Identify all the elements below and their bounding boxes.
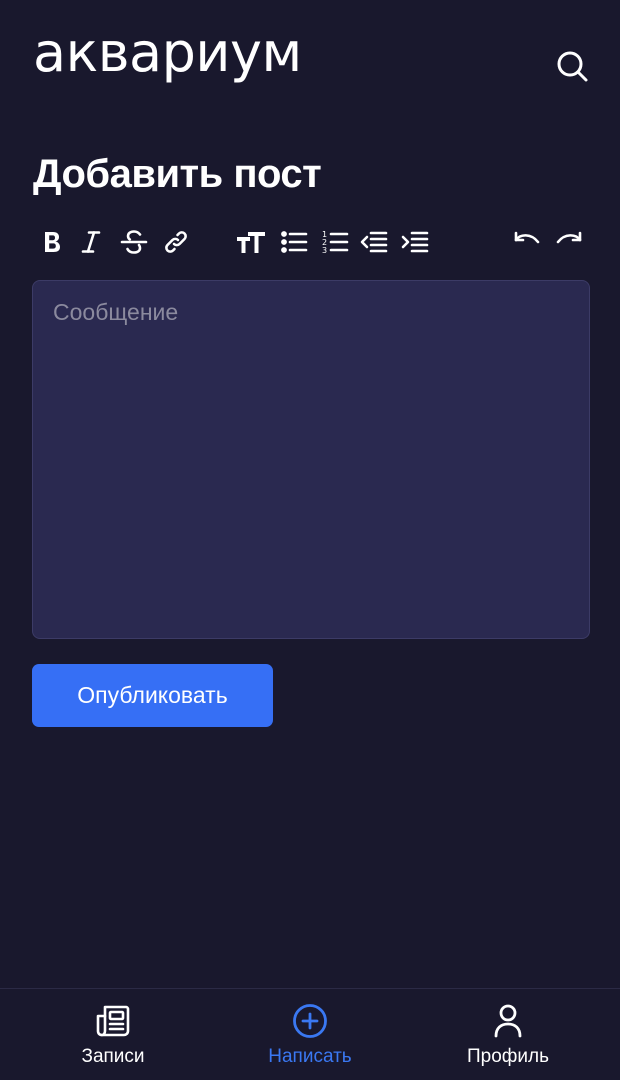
outdent-button[interactable]	[355, 222, 393, 262]
app-logo[interactable]: аквариум	[33, 26, 302, 80]
italic-button[interactable]	[72, 222, 110, 262]
svg-text:3: 3	[322, 246, 327, 255]
indent-icon	[401, 231, 429, 253]
message-editor	[32, 280, 590, 639]
numbered-list-icon: 1 2 3	[322, 230, 349, 255]
publish-button[interactable]: Опубликовать	[32, 664, 273, 727]
newspaper-icon	[96, 1005, 130, 1037]
nav-item-posts[interactable]: Записи	[38, 989, 188, 1080]
editor-toolbar: 1 2 3	[0, 222, 620, 262]
search-button[interactable]	[552, 46, 592, 86]
plus-circle-icon	[293, 1004, 327, 1038]
bold-button[interactable]	[33, 222, 71, 262]
text-size-icon	[237, 232, 265, 253]
nav-item-profile[interactable]: Профиль	[433, 989, 583, 1080]
bottom-navigation: Записи Написать Профиль	[0, 988, 620, 1080]
link-button[interactable]	[157, 222, 195, 262]
bullet-list-icon	[281, 231, 308, 253]
search-icon	[557, 51, 588, 82]
message-input[interactable]	[53, 299, 569, 620]
bold-icon	[45, 232, 60, 252]
add-post-screen: аквариум Добавить пост 1 2 3 Сообщение О…	[0, 0, 620, 1080]
link-icon	[165, 231, 187, 253]
text-size-button[interactable]	[232, 222, 270, 262]
outdent-icon	[360, 231, 388, 253]
page-title: Добавить пост	[33, 152, 322, 196]
user-icon	[494, 1004, 522, 1038]
redo-icon	[556, 231, 582, 244]
italic-icon	[81, 231, 101, 253]
redo-button[interactable]	[550, 222, 588, 262]
numbered-list-button[interactable]: 1 2 3	[316, 222, 354, 262]
nav-item-write[interactable]: Написать	[235, 989, 385, 1080]
undo-button[interactable]	[508, 222, 546, 262]
nav-label-write: Написать	[268, 1046, 352, 1067]
strikethrough-icon	[120, 230, 148, 254]
indent-button[interactable]	[396, 222, 434, 262]
nav-label-profile: Профиль	[466, 1046, 550, 1067]
bullet-list-button[interactable]	[275, 222, 313, 262]
undo-icon	[514, 231, 540, 244]
app-header: аквариум	[0, 0, 620, 110]
nav-label-posts: Записи	[81, 1046, 145, 1067]
strikethrough-button[interactable]	[115, 222, 153, 262]
